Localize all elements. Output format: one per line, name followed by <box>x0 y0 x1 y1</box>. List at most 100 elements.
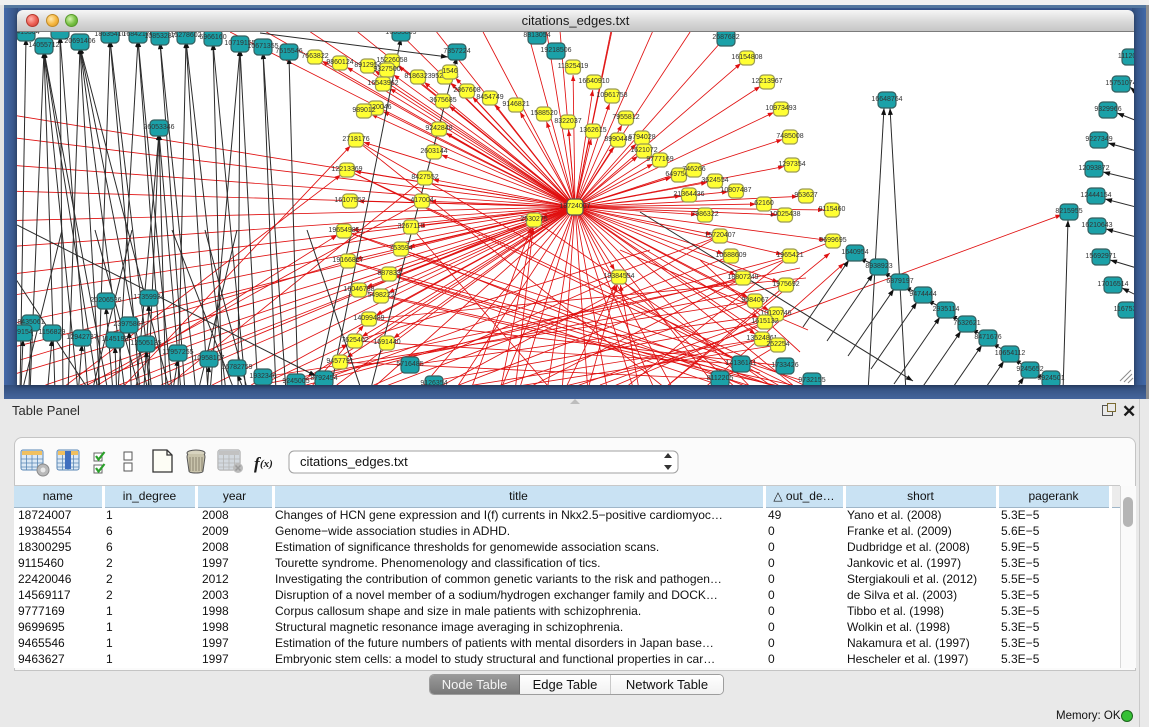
svg-text:1362615: 1362615 <box>579 127 606 134</box>
svg-text:2867608: 2867608 <box>453 87 480 94</box>
svg-text:9474444: 9474444 <box>909 291 936 298</box>
svg-text:1112045: 1112045 <box>1118 53 1134 60</box>
svg-text:17957255: 17957255 <box>162 349 193 356</box>
svg-text:1546: 1546 <box>442 68 458 75</box>
svg-text:2935114: 2935114 <box>933 306 960 313</box>
svg-text:20691406: 20691406 <box>64 38 95 45</box>
svg-text:23975867: 23975867 <box>113 321 144 328</box>
svg-text:16640910: 16640910 <box>578 78 609 85</box>
svg-text:19218506: 19218506 <box>540 47 571 54</box>
svg-text:746266: 746266 <box>682 166 705 173</box>
svg-text:7625402: 7625402 <box>341 337 368 344</box>
svg-text:1297354: 1297354 <box>778 161 805 168</box>
svg-text:21364436: 21364436 <box>673 191 704 198</box>
svg-text:12213967: 12213967 <box>751 78 782 85</box>
svg-text:7986322: 7986322 <box>691 211 718 218</box>
svg-text:953627: 953627 <box>794 192 817 199</box>
svg-text:3675685: 3675685 <box>429 97 456 104</box>
svg-text:8924501: 8924501 <box>1037 375 1064 382</box>
svg-text:9245005: 9245005 <box>282 378 309 385</box>
svg-text:8427552: 8427552 <box>411 174 438 181</box>
svg-text:15692971: 15692971 <box>1085 253 1116 260</box>
svg-text:3267110: 3267110 <box>398 223 425 230</box>
svg-text:18635410: 18635410 <box>94 32 125 38</box>
svg-text:8322037: 8322037 <box>554 118 581 125</box>
svg-text:10807487: 10807487 <box>720 187 751 194</box>
svg-text:10671355: 10671355 <box>247 43 278 50</box>
svg-text:9699695: 9699695 <box>819 237 846 244</box>
svg-text:8938923: 8938923 <box>865 263 892 270</box>
svg-text:15751074: 15751074 <box>1105 80 1134 87</box>
svg-text:1145193: 1145193 <box>102 336 129 343</box>
svg-text:989012: 989012 <box>352 107 375 114</box>
svg-text:887833: 887833 <box>377 270 400 277</box>
svg-text:16154808: 16154808 <box>731 54 762 61</box>
svg-text:16782759: 16782759 <box>221 364 252 371</box>
svg-text:2603144: 2603144 <box>420 148 447 155</box>
svg-text:1733426: 1733426 <box>771 362 798 369</box>
svg-text:9329966: 9329966 <box>1094 106 1121 113</box>
svg-text:9227349: 9227349 <box>1085 136 1112 143</box>
svg-text:14099489: 14099489 <box>353 315 384 322</box>
svg-text:8186323: 8186323 <box>404 73 431 80</box>
svg-text:7632621: 7632621 <box>953 320 980 327</box>
svg-text:8471676: 8471676 <box>974 334 1001 341</box>
svg-text:16648764: 16648764 <box>871 96 902 103</box>
svg-text:14136141: 14136141 <box>725 360 756 367</box>
svg-text:10961758: 10961758 <box>596 92 627 99</box>
svg-text:19654985: 19654985 <box>328 227 359 234</box>
svg-text:5498222: 5498222 <box>367 292 394 299</box>
svg-text:1975692: 1975692 <box>772 281 799 288</box>
svg-text:7515546: 7515546 <box>275 48 302 55</box>
svg-text:1691440: 1691440 <box>373 339 400 346</box>
svg-text:9146821: 9146821 <box>502 101 529 108</box>
svg-text:11325419: 11325419 <box>558 63 589 70</box>
svg-text:8792454: 8792454 <box>310 375 337 382</box>
svg-text:8415304: 8415304 <box>17 32 40 36</box>
svg-text:1640954: 1640954 <box>841 249 868 256</box>
svg-text:16033809: 16033809 <box>385 32 416 36</box>
svg-text:1615132: 1615132 <box>751 318 778 325</box>
svg-text:15278602: 15278602 <box>170 32 201 39</box>
svg-text:17359924: 17359924 <box>133 294 164 301</box>
svg-text:1932346: 1932346 <box>249 373 276 380</box>
svg-text:(x): (x) <box>260 458 273 470</box>
svg-text:10025438: 10025438 <box>769 211 800 218</box>
svg-text:9860124: 9860124 <box>326 59 353 66</box>
svg-text:16210643: 16210643 <box>1081 222 1112 229</box>
svg-text:417004: 417004 <box>410 197 433 204</box>
svg-text:62160: 62160 <box>754 200 774 207</box>
svg-text:8454749: 8454749 <box>476 94 503 101</box>
svg-text:1965421: 1965421 <box>776 252 803 259</box>
svg-text:1621072: 1621072 <box>630 147 657 154</box>
svg-text:15720407: 15720407 <box>704 232 735 239</box>
svg-text:10688609: 10688609 <box>715 252 746 259</box>
svg-text:16107552: 16107552 <box>334 197 365 204</box>
svg-text:8215955: 8215955 <box>1055 208 1082 215</box>
svg-text:19166827: 19166827 <box>332 257 363 264</box>
svg-text:12505135: 12505135 <box>130 340 161 347</box>
svg-text:12444154: 12444154 <box>1080 192 1111 199</box>
svg-text:753594: 753594 <box>389 245 412 252</box>
svg-text:2718176: 2718176 <box>342 136 369 143</box>
svg-text:7663822: 7663822 <box>301 53 328 60</box>
svg-text:26053346: 26053346 <box>143 124 174 131</box>
svg-text:10973493: 10973493 <box>765 105 796 112</box>
svg-text:7357224: 7357224 <box>443 48 470 55</box>
svg-text:19384554: 19384554 <box>603 273 634 280</box>
svg-text:9777169: 9777169 <box>646 156 673 163</box>
svg-text:39154: 39154 <box>17 329 33 336</box>
svg-text:1167534: 1167534 <box>1114 306 1134 313</box>
svg-text:20206536: 20206536 <box>90 297 121 304</box>
svg-text:14055712: 14055712 <box>28 42 59 49</box>
svg-text:252254: 252254 <box>766 341 789 348</box>
svg-text:10654112: 10654112 <box>995 350 1026 357</box>
svg-text:12093872: 12093872 <box>1078 165 1109 172</box>
svg-text:7485008: 7485008 <box>776 133 803 140</box>
svg-text:9126354: 9126354 <box>420 380 447 385</box>
svg-text:18807249: 18807249 <box>727 274 758 281</box>
svg-text:10958107: 10958107 <box>193 355 224 362</box>
svg-text:8112205: 8112205 <box>707 375 734 382</box>
svg-text:9245652: 9245652 <box>1016 366 1043 373</box>
svg-text:6966160: 6966160 <box>199 34 226 41</box>
